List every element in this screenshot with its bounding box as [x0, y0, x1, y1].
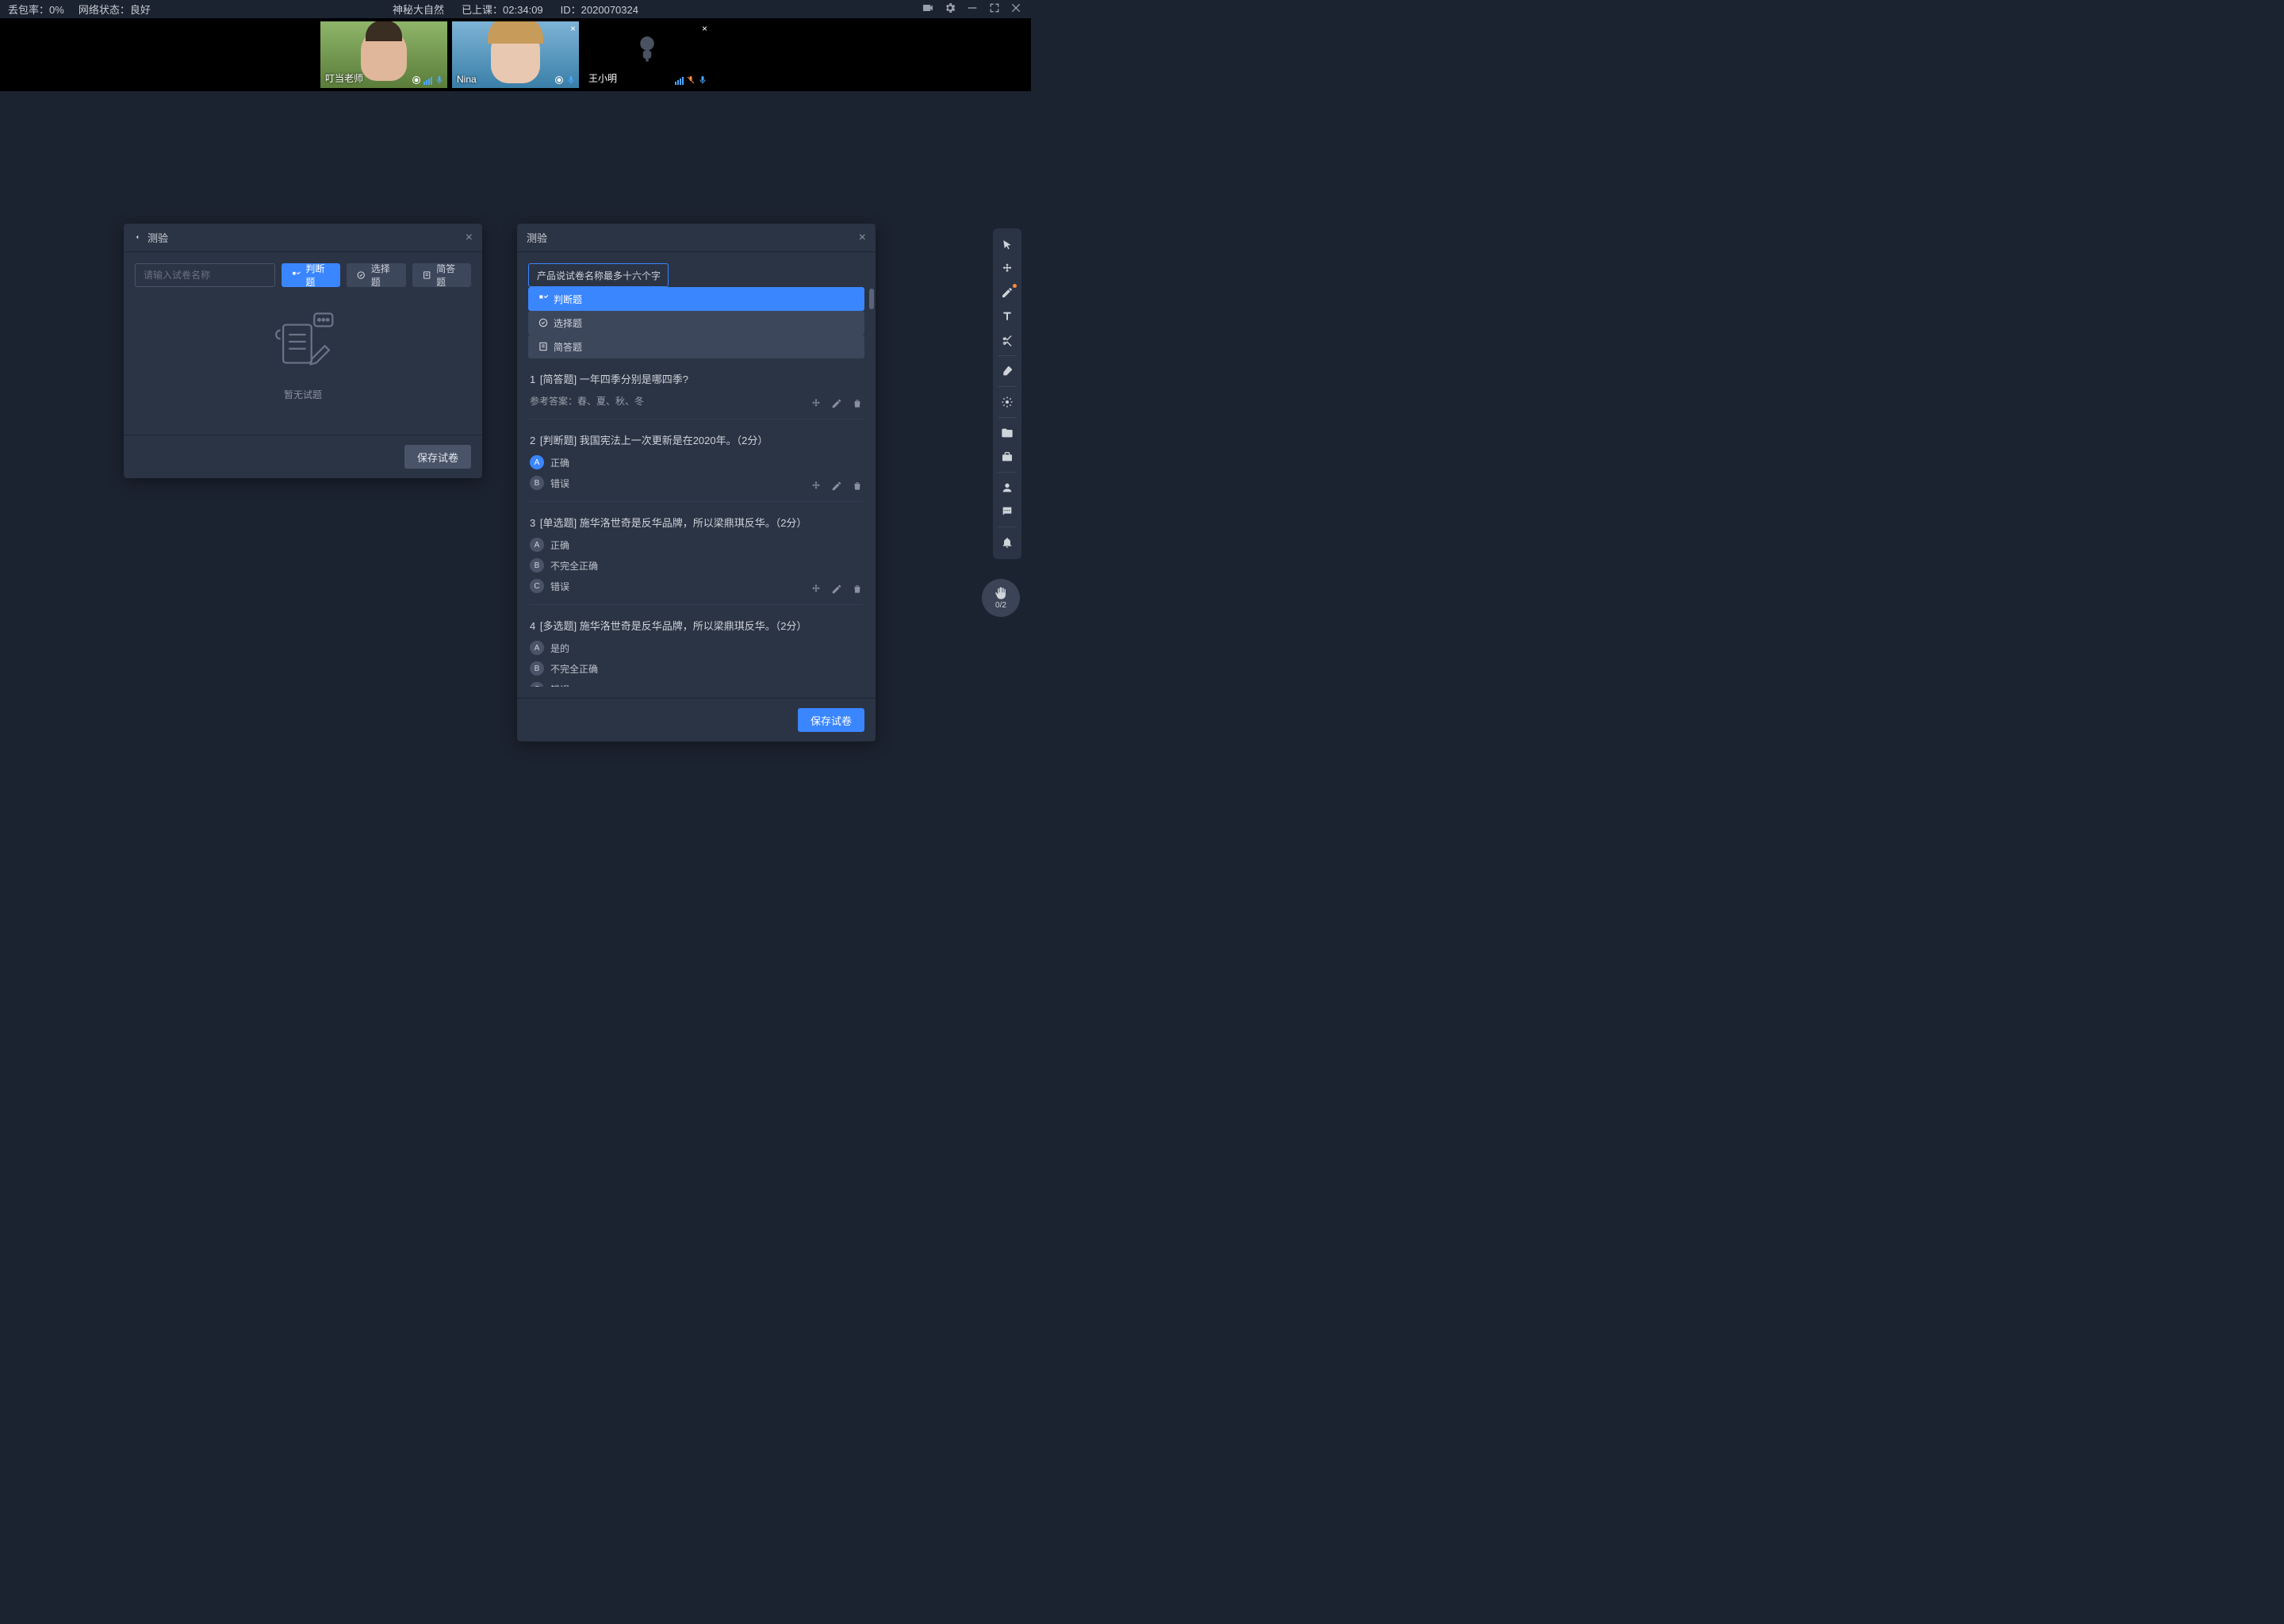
close-panel-icon[interactable]: × — [859, 231, 866, 245]
video-strip: 叮当老师 × Nina × 王小明 — [0, 18, 1031, 91]
save-quiz-button[interactable]: 保存试卷 — [404, 445, 471, 469]
record-icon — [412, 75, 421, 85]
laser-tool-icon[interactable] — [993, 390, 1021, 414]
delete-question-icon[interactable] — [852, 584, 863, 595]
question-item: 3 [单选题] 施华洛世奇是反华品牌，所以梁鼎琪反华。（2分） A正确 B不完全… — [530, 508, 863, 605]
filter-choice-button[interactable]: 选择题 — [528, 311, 864, 335]
filter-judge-button[interactable]: 判断题 — [282, 263, 340, 287]
mic-icon — [566, 75, 576, 85]
answer-option[interactable]: B不完全正确 — [530, 661, 863, 676]
question-title: 1 [简答题] 一年四季分别是哪四季? — [530, 371, 863, 386]
answer-option[interactable]: A是的 — [530, 641, 863, 655]
question-title: 2 [判断题] 我国宪法上一次更新是在2020年。（2分） — [530, 432, 863, 447]
video-tile-student[interactable]: × Nina — [452, 21, 579, 88]
video-tile-student-camoff[interactable]: × 王小明 — [584, 21, 711, 88]
delete-question-icon[interactable] — [852, 481, 863, 492]
filter-short-button[interactable]: 简答题 — [412, 263, 471, 287]
save-quiz-button[interactable]: 保存试卷 — [798, 708, 864, 732]
pointer-tool-icon[interactable] — [993, 233, 1021, 257]
pen-tool-icon[interactable] — [993, 281, 1021, 304]
session-id: ID：2020070324 — [561, 2, 638, 17]
participant-name: 王小明 — [588, 71, 617, 85]
question-title: 4 [多选题] 施华洛世奇是反华品牌，所以梁鼎琪反华。（2分） — [530, 618, 863, 633]
filter-choice-button[interactable]: 选择题 — [347, 263, 405, 287]
mic-icon — [435, 75, 444, 85]
empty-text: 暂无试题 — [284, 388, 322, 401]
move-question-icon[interactable] — [811, 481, 822, 492]
question-item: 4 [多选题] 施华洛世奇是反华品牌，所以梁鼎琪反华。（2分） A是的 B不完全… — [530, 611, 863, 687]
question-title: 3 [单选题] 施华洛世奇是反华品牌，所以梁鼎琪反华。（2分） — [530, 515, 863, 530]
eraser-tool-icon[interactable] — [993, 359, 1021, 383]
toolbox-icon[interactable] — [993, 445, 1021, 469]
mic-muted-icon — [686, 75, 696, 85]
quiz-name-input[interactable] — [135, 263, 275, 287]
participant-name: Nina — [457, 74, 477, 85]
camera-toggle-icon[interactable] — [922, 2, 934, 17]
panel-title: 测验 — [148, 230, 168, 245]
participant-name: 叮当老师 — [325, 71, 363, 85]
record-icon — [554, 75, 564, 85]
scissors-tool-icon[interactable] — [993, 328, 1021, 352]
raise-hand-count: 0/2 — [995, 601, 1006, 610]
answer-option[interactable]: A正确 — [530, 538, 863, 552]
delete-question-icon[interactable] — [852, 398, 863, 409]
question-item: 2 [判断题] 我国宪法上一次更新是在2020年。（2分） A正确 B错误 — [530, 426, 863, 502]
edit-question-icon[interactable] — [831, 584, 842, 595]
panel-title: 测验 — [527, 230, 547, 245]
raise-hand-button[interactable]: 0/2 — [982, 579, 1020, 617]
remove-participant-icon[interactable]: × — [702, 23, 707, 34]
class-title: 神秘大自然 — [393, 2, 444, 17]
edit-question-icon[interactable] — [831, 398, 842, 409]
answer-option[interactable]: B不完全正确 — [530, 558, 863, 573]
remove-participant-icon[interactable]: × — [570, 23, 576, 34]
move-tool-icon[interactable] — [993, 257, 1021, 281]
move-question-icon[interactable] — [811, 584, 822, 595]
right-toolbar — [993, 228, 1021, 559]
answer-option[interactable]: A正确 — [530, 455, 863, 469]
participants-icon[interactable] — [993, 476, 1021, 500]
video-tile-teacher[interactable]: 叮当老师 — [320, 21, 447, 88]
network-status: 网络状态：良好 — [79, 2, 151, 17]
minimize-icon[interactable] — [966, 2, 979, 17]
back-icon[interactable] — [133, 232, 141, 243]
scrollbar[interactable] — [869, 289, 874, 309]
chat-icon[interactable] — [993, 500, 1021, 523]
move-question-icon[interactable] — [811, 398, 822, 409]
quiz-panel-empty: 测验 × 判断题 选择题 简答题 — [124, 224, 482, 478]
elapsed-time: 已上课：02:34:09 — [462, 2, 543, 17]
fullscreen-icon[interactable] — [988, 2, 1001, 17]
mic-icon — [698, 75, 707, 85]
packet-loss: 丢包率：0% — [8, 2, 64, 17]
top-status-bar: 丢包率：0% 网络状态：良好 神秘大自然 已上课：02:34:09 ID：202… — [0, 0, 1031, 18]
close-panel-icon[interactable]: × — [466, 231, 473, 245]
settings-icon[interactable] — [944, 2, 956, 17]
bell-icon[interactable] — [993, 530, 1021, 554]
close-icon[interactable] — [1010, 2, 1023, 17]
text-tool-icon[interactable] — [993, 304, 1021, 328]
filter-short-button[interactable]: 简答题 — [528, 335, 864, 358]
quiz-panel-questions: 测验 × 判断题 选择题 简答题 1 [简答题] 一年四季分别是哪四季? 参考答… — [517, 224, 876, 741]
quiz-name-input[interactable] — [528, 263, 669, 287]
camera-off-icon — [630, 33, 664, 70]
folder-icon[interactable] — [993, 421, 1021, 445]
edit-question-icon[interactable] — [831, 481, 842, 492]
question-item: 1 [简答题] 一年四季分别是哪四季? 参考答案：春、夏、秋、冬 — [530, 365, 863, 419]
filter-judge-button[interactable]: 判断题 — [528, 287, 864, 311]
empty-state: 暂无试题 — [135, 287, 471, 423]
